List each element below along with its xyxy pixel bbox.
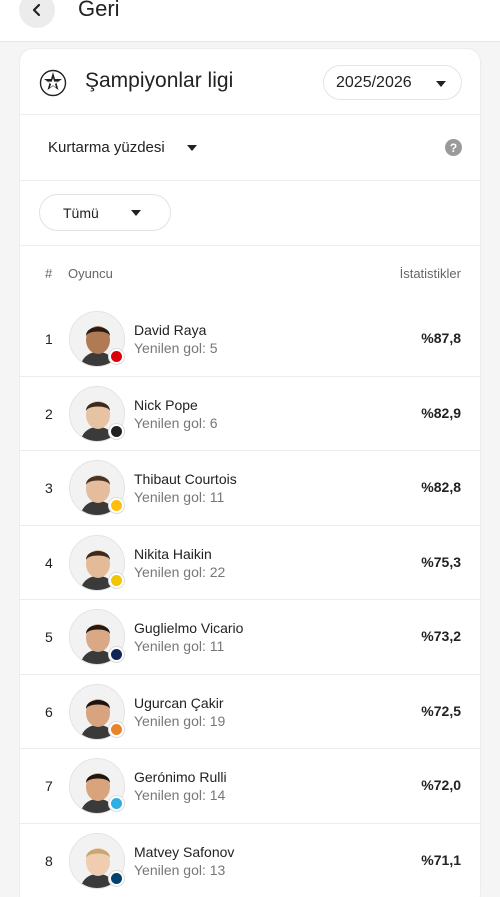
column-stat: İstatistikler — [399, 266, 461, 281]
table-header: # Oyuncu İstatistikler — [20, 246, 480, 302]
player-goals-conceded: Yenilen gol: 11 — [134, 489, 225, 505]
table-row[interactable]: 3 Thibaut Courtois Yenilen gol: 11 %82,8 — [20, 451, 480, 526]
season-select[interactable]: 2025/2026 — [323, 65, 462, 100]
club-badge-icon — [108, 348, 125, 365]
top-bar: Geri — [0, 0, 500, 42]
help-icon[interactable]: ? — [445, 139, 462, 156]
metric-row: Kurtarma yüzdesi ? — [20, 115, 480, 181]
caret-down-icon — [436, 81, 446, 87]
player-name: David Raya — [134, 322, 207, 338]
caret-down-icon — [131, 210, 141, 216]
player-goals-conceded: Yenilen gol: 19 — [134, 712, 226, 729]
player-goals-conceded: Yenilen gol: 6 — [134, 414, 218, 431]
player-stat-value: %72,5 — [421, 702, 461, 719]
player-stat-value: %73,2 — [421, 628, 461, 644]
player-name: Matvey Safonov — [134, 843, 235, 860]
metric-select[interactable]: Kurtarma yüzdesi — [48, 139, 197, 156]
table-row[interactable]: 7 Gerónimo Rulli Yenilen gol: 14 %72,0 — [20, 749, 480, 824]
champions-league-icon — [39, 69, 67, 97]
player-goals-conceded: Yenilen gol: 22 — [134, 563, 226, 580]
player-name: Thibaut Courtois — [134, 471, 237, 487]
player-goals-conceded: Yenilen gol: 11 — [134, 638, 225, 654]
player-rank: 5 — [45, 629, 53, 645]
player-name: Nick Pope — [134, 396, 198, 413]
caret-down-icon — [186, 144, 197, 151]
player-name: Ugurcan Çakir — [134, 694, 224, 711]
player-name: Guglielmo Vicario — [134, 620, 244, 636]
table-row[interactable]: 8 Matvey Safonov Yenilen gol: 13 %71,1 — [20, 824, 480, 897]
player-goals-conceded: Yenilen gol: 14 — [134, 787, 226, 803]
club-badge-icon — [108, 869, 125, 887]
chevron-left-icon — [32, 3, 41, 17]
filter-label: Tümü — [63, 204, 99, 221]
season-value: 2025/2026 — [336, 73, 412, 91]
player-rank: 8 — [45, 852, 53, 869]
club-badge-icon — [108, 720, 125, 738]
player-name: Nikita Haikin — [134, 545, 212, 562]
table-row[interactable]: 6 Ugurcan Çakir Yenilen gol: 19 %72,5 — [20, 675, 480, 749]
back-title[interactable]: Geri — [78, 0, 120, 22]
player-goals-conceded: Yenilen gol: 5 — [134, 340, 218, 356]
table-row[interactable]: 2 Nick Pope Yenilen gol: 6 %82,9 — [20, 377, 480, 451]
filter-select[interactable]: Tümü — [39, 194, 171, 231]
player-stat-value: %87,8 — [421, 330, 461, 346]
player-rank: 4 — [45, 554, 53, 571]
player-stat-value: %82,9 — [421, 404, 461, 421]
club-badge-icon — [108, 795, 125, 812]
player-rank: 1 — [45, 331, 53, 347]
player-rank: 3 — [45, 480, 53, 496]
player-list: 1 David Raya Yenilen gol: 5 %87,8 2 Nick Pope… — [20, 302, 480, 897]
column-rank: # — [45, 266, 53, 281]
player-stat-value: %71,1 — [421, 851, 461, 868]
metric-label: Kurtarma yüzdesi — [48, 139, 165, 156]
club-badge-icon — [108, 497, 125, 514]
table-row[interactable]: 4 Nikita Haikin Yenilen gol: 22 %75,3 — [20, 526, 480, 600]
competition-title: Şampiyonlar ligi — [85, 69, 234, 92]
player-rank: 7 — [45, 778, 53, 794]
player-goals-conceded: Yenilen gol: 13 — [134, 861, 226, 878]
competition-header: Şampiyonlar ligi 2025/2026 — [20, 49, 480, 115]
club-badge-icon — [108, 646, 125, 663]
player-stat-value: %75,3 — [421, 553, 461, 570]
club-badge-icon — [108, 571, 125, 589]
player-stat-value: %82,8 — [421, 479, 461, 495]
player-stat-value: %72,0 — [421, 777, 461, 793]
stats-card: Şampiyonlar ligi 2025/2026 Kurtarma yüzd… — [19, 48, 481, 897]
player-name: Gerónimo Rulli — [134, 769, 227, 785]
club-badge-icon — [108, 422, 125, 440]
table-row[interactable]: 1 David Raya Yenilen gol: 5 %87,8 — [20, 302, 480, 377]
table-row[interactable]: 5 Guglielmo Vicario Yenilen gol: 11 %73,2 — [20, 600, 480, 675]
player-rank: 6 — [45, 703, 53, 720]
player-rank: 2 — [45, 405, 53, 422]
column-player: Oyuncu — [68, 266, 113, 281]
back-button[interactable] — [19, 0, 55, 28]
filter-row: Tümü — [20, 181, 480, 246]
